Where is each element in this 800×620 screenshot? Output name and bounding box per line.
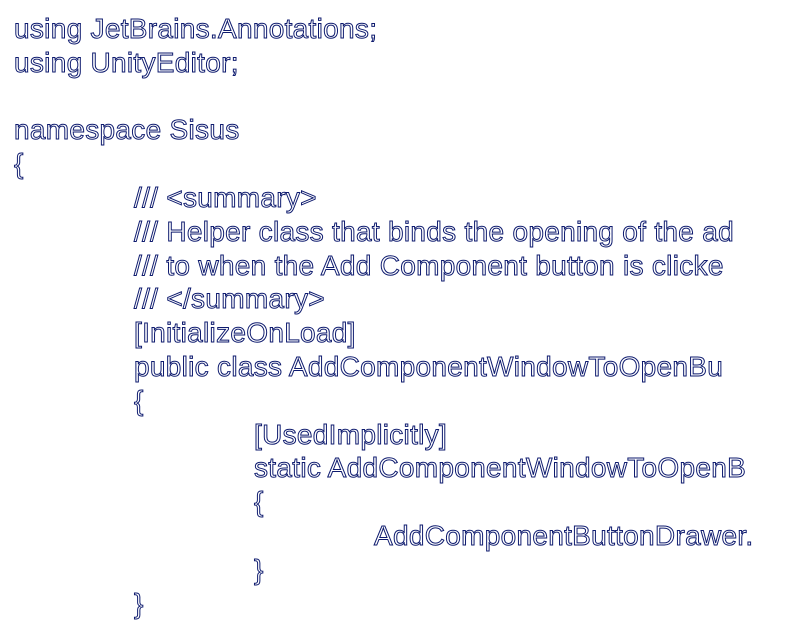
code-view: using JetBrains.Annotations; using UnityE…	[0, 12, 800, 620]
code-line: [UsedImplicitly]	[254, 418, 448, 450]
code-line: }	[254, 553, 264, 585]
code-line: /// to when the Add Component button is …	[134, 249, 724, 281]
code-line: public class AddComponentWindowToOpenBu	[134, 350, 724, 382]
code-line: AddComponentButtonDrawer.	[374, 519, 754, 551]
code-line: /// <summary>	[134, 181, 318, 213]
code-line: namespace Sisus	[14, 114, 240, 146]
code-line: using UnityEditor;	[14, 46, 240, 78]
code-line: {	[14, 148, 24, 180]
code-line: {	[254, 486, 264, 518]
code-line: using JetBrains.Annotations;	[14, 13, 378, 45]
code-line: /// </summary>	[134, 283, 326, 315]
code-line: {	[134, 384, 144, 416]
code-line: }	[134, 587, 144, 619]
code-line: /// Helper class that binds the opening …	[134, 215, 735, 247]
code-line: [InitializeOnLoad]	[134, 317, 356, 349]
code-line: static AddComponentWindowToOpenB	[254, 452, 747, 484]
